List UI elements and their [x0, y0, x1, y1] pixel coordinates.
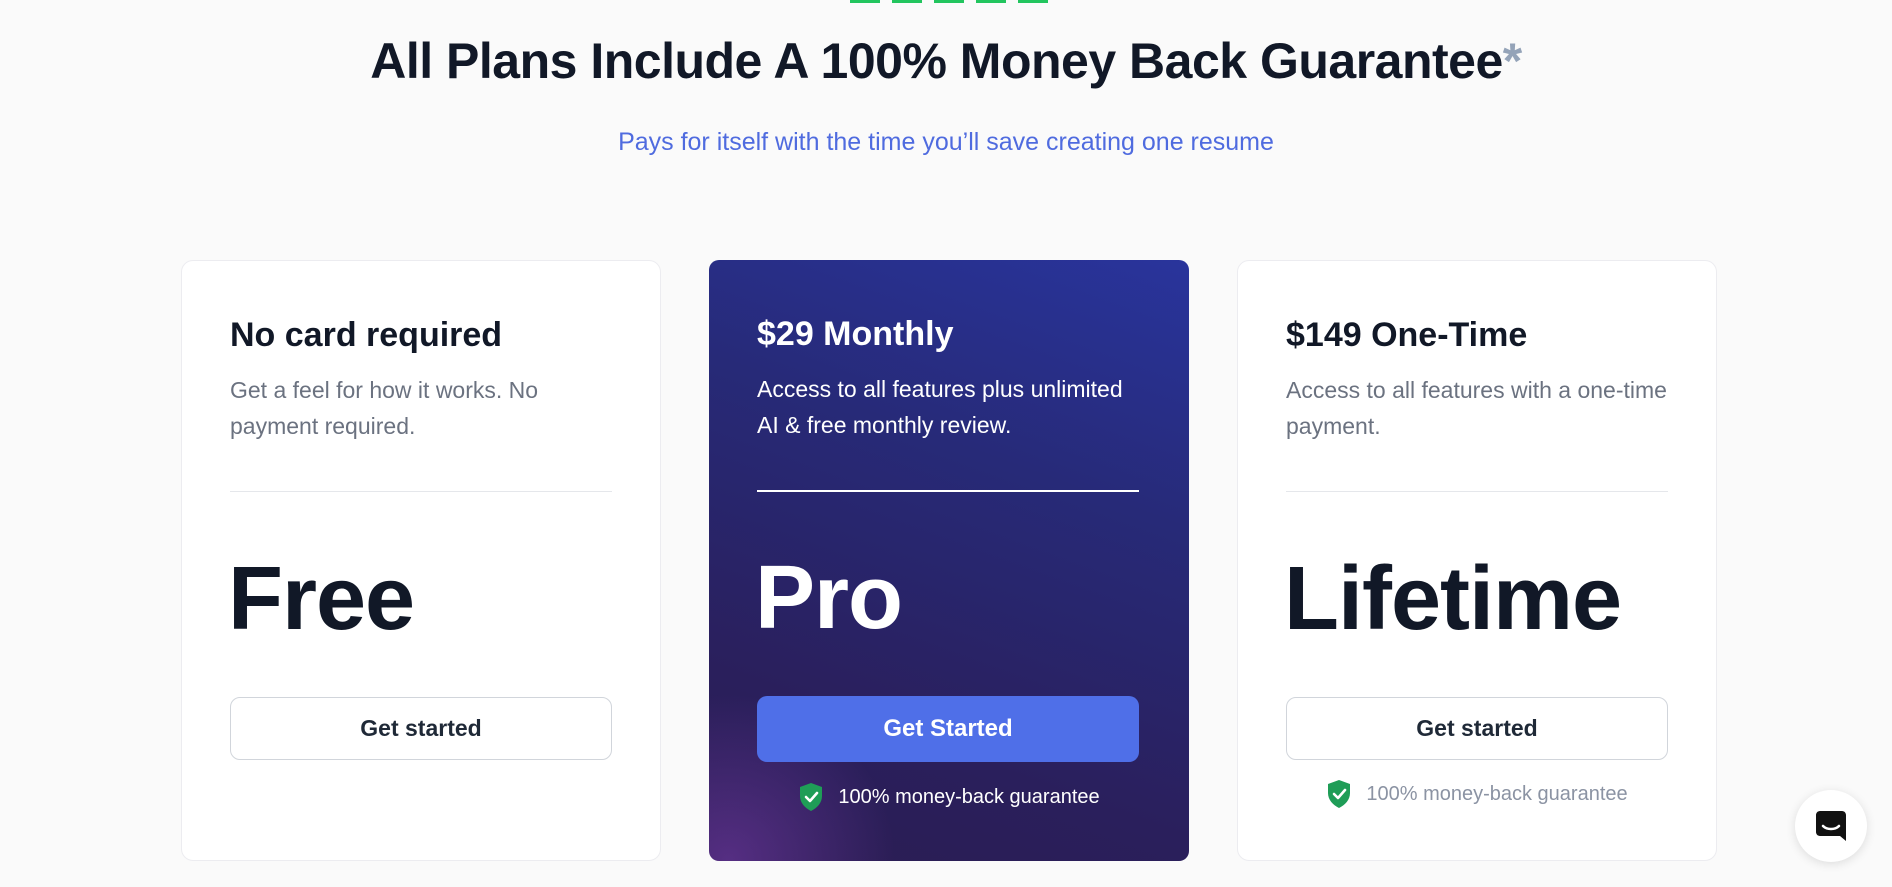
plan-description: Get a feel for how it works. No payment …	[230, 376, 539, 439]
guarantee-note: 100% money-back guarantee	[1238, 779, 1716, 809]
star-icon	[850, 0, 880, 3]
star-icon	[892, 0, 922, 3]
get-started-button-pro[interactable]: Get Started	[757, 696, 1139, 762]
pricing-card-free: No card required Get a feel for how it w…	[181, 260, 661, 861]
get-started-button-lifetime[interactable]: Get started	[1286, 697, 1668, 760]
shield-check-icon	[1328, 780, 1351, 808]
star-icon	[976, 0, 1006, 3]
guarantee-text: 100% money-back guarantee	[1366, 782, 1628, 805]
plan-name: Free	[228, 549, 415, 649]
plan-description: Access to all features with a one-time p…	[1286, 376, 1667, 439]
pricing-card-pro: $29 Monthly Access to all features plus …	[709, 260, 1189, 861]
shield-check-icon	[800, 783, 823, 811]
chat-icon	[1816, 811, 1846, 841]
headline-asterisk: *	[1502, 33, 1522, 89]
plan-name: Lifetime	[1284, 549, 1622, 649]
card-divider	[1286, 491, 1668, 492]
card-divider	[757, 490, 1139, 492]
pricing-card-lifetime: $149 One-Time Access to all features wit…	[1237, 260, 1717, 861]
plan-description: Access to all features plus unlimited AI…	[757, 375, 1123, 438]
plan-name: Pro	[755, 548, 903, 648]
plan-tagline: $29 Monthly	[757, 315, 954, 353]
get-started-button-free[interactable]: Get started	[230, 697, 612, 760]
rating-stars-strip	[850, 0, 1048, 3]
plan-tagline: No card required	[230, 316, 503, 354]
guarantee-text: 100% money-back guarantee	[838, 785, 1100, 808]
card-divider	[230, 491, 612, 492]
page-subhead: Pays for itself with the time you’ll sav…	[618, 128, 1274, 156]
guarantee-note: 100% money-back guarantee	[709, 782, 1189, 812]
plan-tagline: $149 One-Time	[1286, 316, 1528, 354]
star-icon	[934, 0, 964, 3]
headline-text: All Plans Include A 100% Money Back Guar…	[370, 33, 1503, 89]
star-icon	[1018, 0, 1048, 3]
page-headline: All Plans Include A 100% Money Back Guar…	[0, 32, 1892, 90]
chat-launcher-button[interactable]	[1795, 790, 1867, 862]
